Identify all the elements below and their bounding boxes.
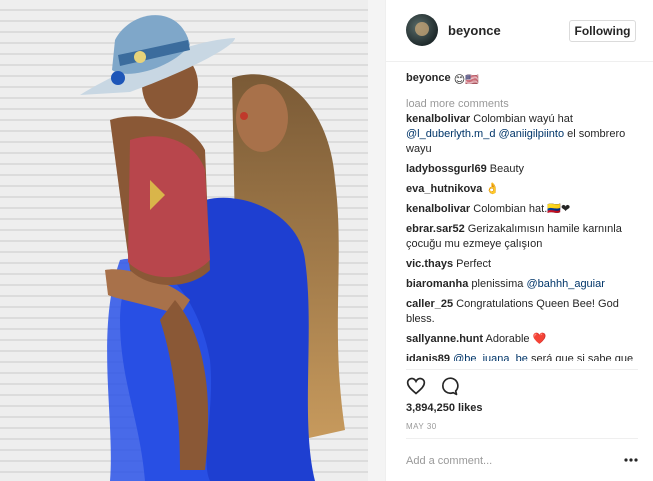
- comment-text: 👌: [485, 183, 500, 195]
- post-sidebar: beyonce Following beyonce 😊🇺🇸 load more …: [385, 0, 653, 481]
- comment-text: Perfect: [456, 258, 492, 270]
- avatar[interactable]: [406, 14, 438, 46]
- photo-illustration: [0, 0, 385, 481]
- comment: idanis89 @be_juana_be será que si sabe q…: [406, 352, 638, 361]
- comment-username[interactable]: eva_hutnikova: [406, 183, 482, 195]
- comment-username[interactable]: biaromanha: [406, 278, 468, 290]
- comment: sallyanne.hunt Adorable ❤️: [406, 332, 638, 347]
- comment-text: plenissima: [471, 278, 524, 290]
- comment: biaromanha plenissima @bahhh_aguiar: [406, 277, 638, 292]
- likes-count[interactable]: 3,894,250 likes: [406, 402, 482, 414]
- comment: ladybossgurl69 Beauty: [406, 162, 638, 177]
- post-photo[interactable]: [0, 0, 385, 481]
- comment-text: Adorable ❤️: [485, 333, 547, 345]
- comment-username[interactable]: caller_25: [406, 298, 453, 310]
- comment-text: Colombian wayú hat: [473, 113, 573, 125]
- comment-username[interactable]: kenalbolivar: [406, 113, 470, 125]
- comment: kenalbolivar Colombian wayú hat @l_duber…: [406, 112, 638, 157]
- comment-text: Colombian hat.🇨🇴❤: [473, 203, 571, 215]
- comment: kenalbolivar Colombian hat.🇨🇴❤: [406, 202, 638, 217]
- comment: vic.thays Perfect: [406, 257, 638, 272]
- comment-icon[interactable]: [439, 376, 459, 396]
- comment-mention[interactable]: @aniigilpiinto: [499, 128, 565, 140]
- load-more-comments-link[interactable]: load more comments: [406, 97, 638, 112]
- comment: eva_hutnikova 👌: [406, 182, 638, 197]
- post-header: beyonce Following: [386, 0, 653, 62]
- caption-username[interactable]: beyonce: [406, 72, 451, 84]
- comment-mention[interactable]: @be_juana_be: [453, 353, 528, 361]
- more-options-icon[interactable]: [624, 458, 638, 462]
- following-button[interactable]: Following: [569, 20, 636, 42]
- caption: beyonce 😊🇺🇸: [406, 71, 638, 88]
- post-date[interactable]: MAY 30: [406, 422, 437, 431]
- comment-username[interactable]: idanis89: [406, 353, 450, 361]
- comment-username[interactable]: sallyanne.hunt: [406, 333, 483, 345]
- comment-username[interactable]: vic.thays: [406, 258, 453, 270]
- comments-list[interactable]: beyonce 😊🇺🇸 load more comments kenalboli…: [406, 71, 638, 361]
- heart-icon[interactable]: [406, 376, 426, 396]
- header-username[interactable]: beyonce: [448, 23, 501, 38]
- action-bar: [406, 369, 638, 399]
- comment-username[interactable]: kenalbolivar: [406, 203, 470, 215]
- comment: caller_25 Congratulations Queen Bee! God…: [406, 297, 638, 327]
- comment-mention[interactable]: @bahhh_aguiar: [526, 278, 604, 290]
- add-comment-input[interactable]: [406, 452, 606, 470]
- caption-text: 😊🇺🇸: [453, 74, 479, 86]
- comment-text: Beauty: [489, 163, 525, 175]
- add-comment-bar: [406, 438, 638, 481]
- comment-username[interactable]: ebrar.sar52: [406, 223, 465, 235]
- comment: ebrar.sar52 Gerizakalımısın hamile karnı…: [406, 222, 638, 252]
- comment-mention[interactable]: @l_duberlyth.m_d: [406, 128, 495, 140]
- comment-username[interactable]: ladybossgurl69: [406, 163, 487, 175]
